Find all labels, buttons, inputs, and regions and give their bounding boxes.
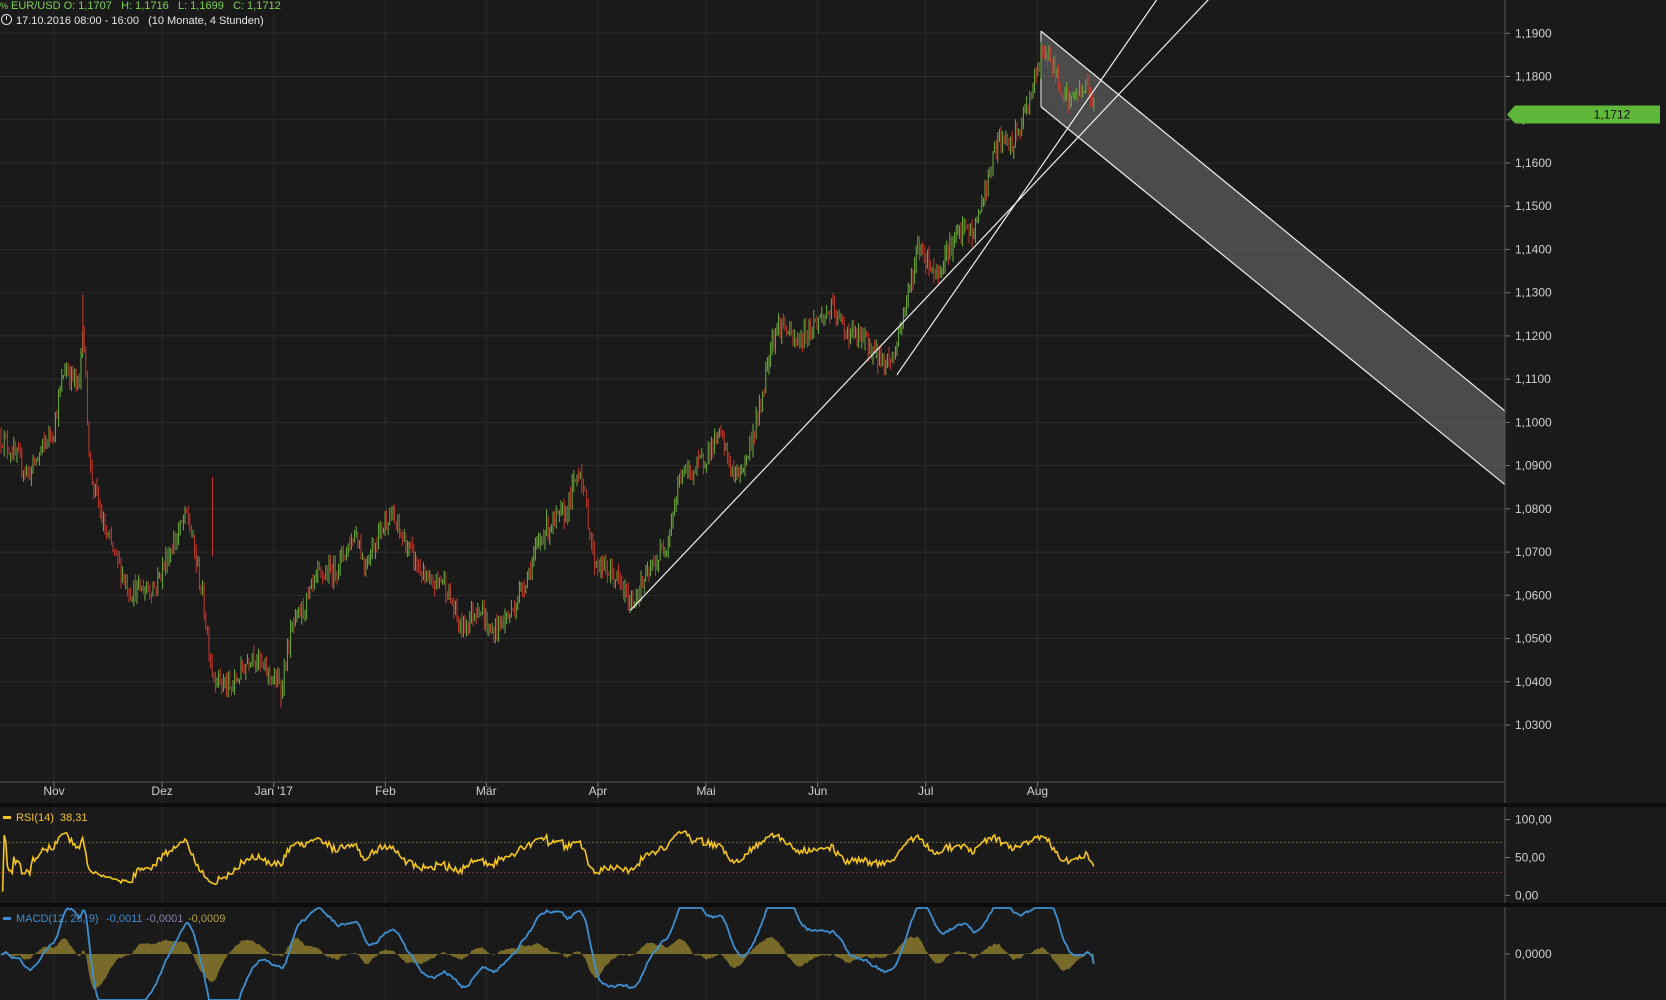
y-tick-label: 1,0500	[1515, 632, 1552, 646]
macd-value: -0,0011	[106, 913, 143, 925]
rsi-y-tick-label: 50,00	[1515, 851, 1545, 865]
macd-label: MACD(12, 26, 9)	[16, 913, 99, 925]
y-tick-label: 1,1900	[1515, 26, 1552, 40]
macd-legend-swatch	[3, 917, 11, 920]
rsi-legend-swatch	[3, 816, 11, 819]
y-tick-label: 1,0300	[1515, 718, 1552, 732]
y-tick-label: 1,1100	[1515, 372, 1551, 386]
y-tick-label: 1,0800	[1515, 502, 1552, 516]
panel-separator[interactable]	[0, 903, 1666, 907]
y-tick-label: 1,0700	[1515, 545, 1552, 559]
y-tick-label: 1,1800	[1515, 70, 1552, 84]
period-range: 17.10.2016 08:00 - 16:00 (10 Monate, 4 S…	[16, 15, 264, 27]
rsi-value: 38,31	[60, 812, 88, 824]
macd-histogram-value: -0,0009	[188, 913, 225, 925]
symbol-name: EUR/USD	[11, 0, 61, 12]
clock-icon	[1, 14, 12, 25]
macd-legend: MACD(12, 26, 9) -0,0011 -0,0001 -0,0009	[3, 913, 225, 925]
y-tick-label: 1,1000	[1515, 415, 1552, 429]
last-price-badge: 1,1712	[1507, 105, 1660, 124]
y-tick-label: 1,1400	[1515, 242, 1552, 256]
chart-background	[0, 0, 1666, 1000]
rsi-legend: RSI(14) 38,31	[3, 812, 88, 824]
period-header: 17.10.2016 08:00 - 16:00 (10 Monate, 4 S…	[0, 14, 264, 27]
macd-y-tick-label: 0,0000	[1515, 947, 1552, 961]
y-tick-label: 1,1500	[1515, 199, 1552, 213]
percent-chart-icon: %	[0, 1, 9, 11]
ohlc-values: O: 1,1707 H: 1,1716 L: 1,1699 C: 1,1712	[63, 0, 281, 12]
symbol-header: % EUR/USD O: 1,1707 H: 1,1716 L: 1,1699 C…	[0, 0, 281, 12]
rsi-y-tick-label: 100,00	[1515, 813, 1552, 827]
last-price-label: 1,1712	[1594, 108, 1631, 122]
y-tick-label: 1,1300	[1515, 286, 1552, 300]
y-tick-label: 1,0900	[1515, 459, 1552, 473]
chart-canvas[interactable]: Nov Dez Jan '17 Feb Mär Apr Mai Jun Jul Aug1,0300…	[0, 0, 1666, 1000]
y-tick-label: 1,1600	[1515, 156, 1552, 170]
macd-signal-value: -0,0001	[146, 913, 183, 925]
y-tick-label: 1,0400	[1515, 675, 1552, 689]
last-price-badge-shape	[1507, 105, 1660, 124]
rsi-y-tick-label: 0,00	[1515, 888, 1539, 902]
y-tick-label: 1,1200	[1515, 329, 1552, 343]
rsi-label: RSI(14)	[16, 812, 54, 824]
y-tick-label: 1,0600	[1515, 588, 1552, 602]
panel-separator[interactable]	[0, 803, 1666, 807]
